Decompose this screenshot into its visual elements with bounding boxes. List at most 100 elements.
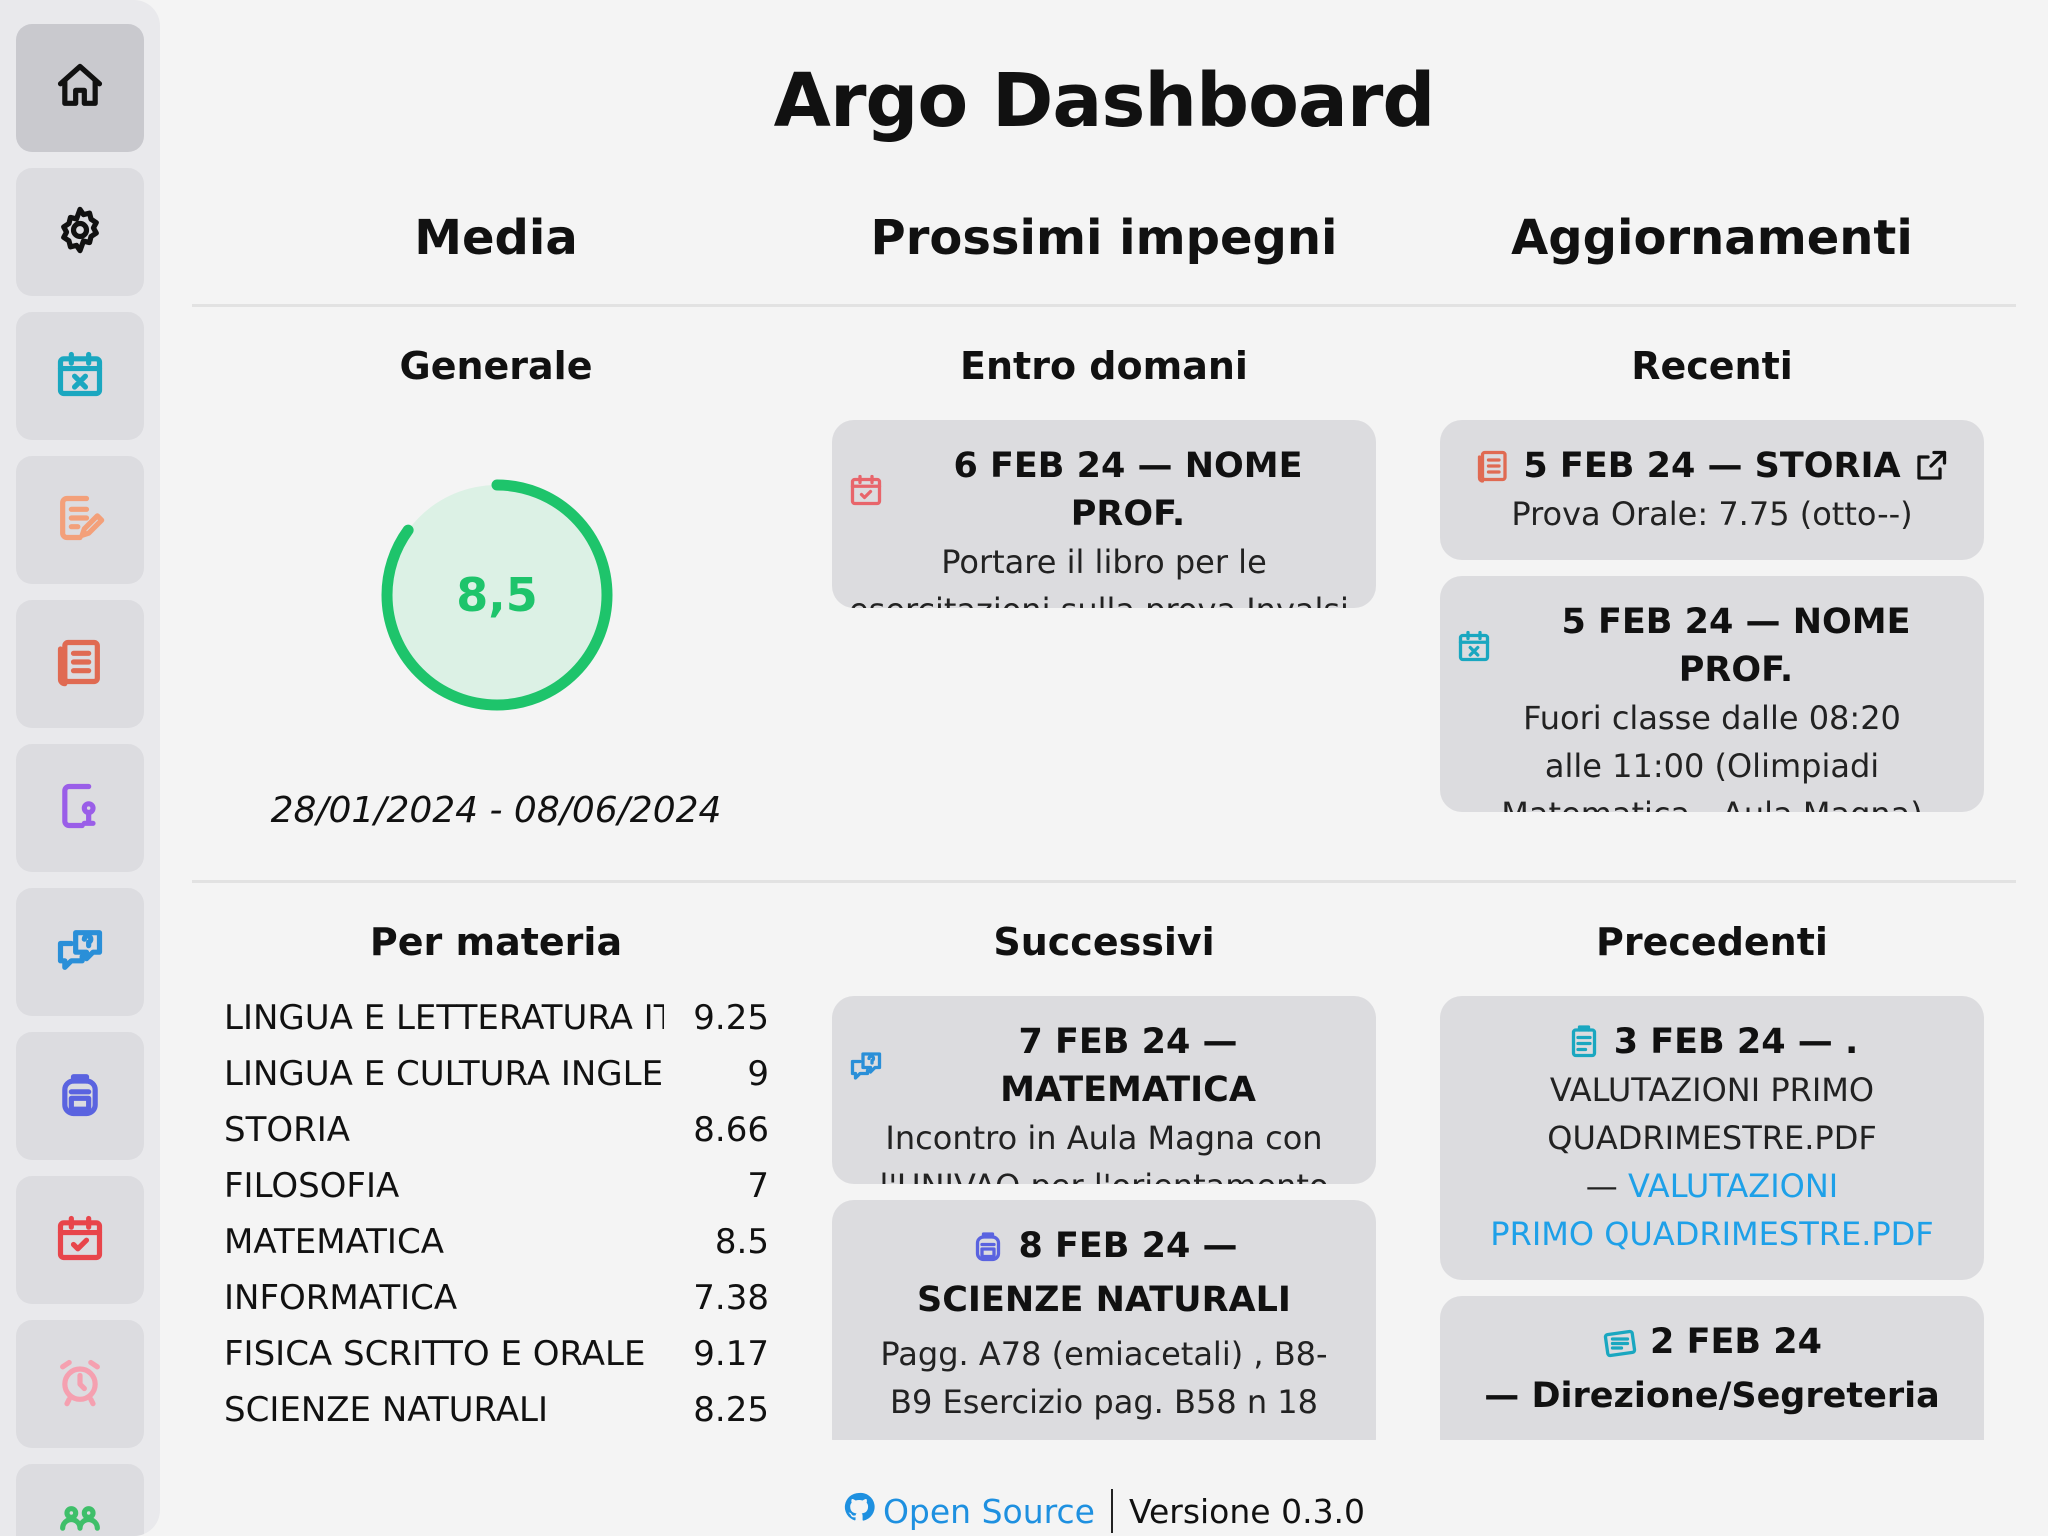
precedenti-scroll-area[interactable]: 3 FEB 24 — . VALUTAZIONI PRIMO QUADRIMES… (1440, 996, 1984, 1440)
aggiornamenti-column-title: Aggiornamenti (1511, 210, 1913, 266)
external-link-icon[interactable] (1913, 448, 1949, 484)
nav-documents-button[interactable] (16, 744, 144, 872)
subject-average: 8.5 (714, 1222, 769, 1262)
nav-homework-button[interactable] (16, 1032, 144, 1160)
grades-document-icon (54, 636, 106, 692)
subject-name: MATEMATICA (224, 1222, 444, 1262)
subject-average: 7 (747, 1166, 769, 1206)
event-heading: 7 FEB 24 — MATEMATICA (1000, 1022, 1256, 1110)
subject-average: 8.66 (693, 1110, 769, 1150)
event-text: esercitazioni sulla prova Invalsi. (848, 586, 1360, 608)
subject-row[interactable]: LINGUA E LETTERATURA ITALIANA 9.25 (224, 990, 769, 1046)
footer-separator (1110, 1489, 1113, 1533)
subject-name: LINGUA E LETTERATURA ITALIANA (224, 998, 664, 1038)
nav-reminders-button[interactable] (16, 1320, 144, 1448)
average-value: 8,5 (456, 568, 538, 622)
calendar-check-icon (848, 472, 884, 508)
nav-communications-button[interactable] (16, 888, 144, 1016)
clipboard-icon (1566, 1024, 1602, 1060)
event-subject: SCIENZE NATURALI (917, 1280, 1291, 1320)
subject-averages-list: LINGUA E LETTERATURA ITALIANA 9.25 LINGUA… (224, 990, 769, 1438)
people-icon (54, 1500, 106, 1536)
nav-notes-button[interactable] (16, 456, 144, 584)
event-heading: 6 FEB 24 — NOME PROF. (953, 446, 1303, 534)
calendar-check-icon (54, 1212, 106, 1268)
attachment-link[interactable]: VALUTAZIONI (1628, 1167, 1838, 1205)
nav-teachers-button[interactable] (16, 1464, 144, 1536)
chat-question-icon (848, 1048, 884, 1084)
gear-icon (54, 204, 106, 260)
section-divider (192, 880, 2016, 883)
update-text: QUADRIMESTRE.PDF (1547, 1119, 1877, 1157)
generale-title: Generale (399, 344, 593, 388)
per-materia-title: Per materia (369, 920, 623, 964)
page-title: Argo Dashboard (773, 58, 1436, 144)
media-column-title: Media (414, 210, 578, 266)
update-card[interactable]: 2 FEB 24 — Direzione/Segreteria (1440, 1296, 1984, 1440)
recenti-title: Recenti (1631, 344, 1793, 388)
nav-absences-button[interactable] (16, 312, 144, 440)
nav-home-button[interactable] (16, 24, 144, 152)
subject-row[interactable]: INFORMATICA 7.38 (224, 1270, 769, 1326)
version-label: Versione 0.3.0 (1128, 1491, 1366, 1531)
update-sender: — Direzione/Segreteria (1484, 1376, 1940, 1416)
update-card[interactable]: 3 FEB 24 — . VALUTAZIONI PRIMO QUADRIMES… (1440, 996, 1984, 1280)
subject-name: FILOSOFIA (224, 1166, 400, 1206)
subject-average: 8.25 (693, 1390, 769, 1430)
event-text: Pagg. A78 (emiacetali) , B8- (880, 1335, 1328, 1373)
subject-average: 7.38 (693, 1278, 769, 1318)
update-card[interactable]: 5 FEB 24 — STORIA Prova Orale: 7.75 (ott… (1440, 420, 1984, 560)
event-card[interactable]: 7 FEB 24 — MATEMATICA Incontro in Aula M… (832, 996, 1376, 1184)
update-heading: 5 FEB 24 — NOME PROF. (1561, 602, 1911, 690)
update-heading: 2 FEB 24 (1650, 1322, 1822, 1362)
subject-row[interactable]: MATEMATICA 8.5 (224, 1214, 769, 1270)
event-card[interactable]: 8 FEB 24 — SCIENZE NATURALI Pagg. A78 (e… (832, 1200, 1376, 1440)
subject-name: LINGUA E CULTURA INGLESE (224, 1054, 664, 1094)
open-source-link[interactable]: Open Source (843, 1491, 1095, 1531)
subject-name: STORIA (224, 1110, 351, 1150)
link-prefix: — (1585, 1167, 1618, 1205)
successivi-scroll-area[interactable]: 7 FEB 24 — MATEMATICA Incontro in Aula M… (832, 996, 1376, 1440)
nav-schedule-button[interactable] (16, 1176, 144, 1304)
event-text: Portare il libro per le (941, 543, 1267, 581)
home-icon (54, 60, 106, 116)
update-heading: 5 FEB 24 — STORIA (1523, 446, 1901, 486)
open-source-label: Open Source (882, 1491, 1095, 1531)
nav-settings-button[interactable] (16, 168, 144, 296)
sidebar (0, 0, 160, 1536)
update-heading: 3 FEB 24 — . (1613, 1022, 1859, 1062)
subject-name: SCIENZE NATURALI (224, 1390, 549, 1430)
subject-row[interactable]: STORIA 8.66 (224, 1102, 769, 1158)
footer: Open Source Versione 0.3.0 (160, 1486, 2048, 1536)
update-card[interactable]: 5 FEB 24 — NOME PROF. Fuori classe dalle… (1440, 576, 1984, 812)
impegni-column-title: Prossimi impegni (870, 210, 1338, 266)
update-text: Fuori classe dalle 08:20 (1523, 699, 1901, 737)
subject-row[interactable]: FISICA SCRITTO E ORALE 9.17 (224, 1326, 769, 1382)
subject-name: INFORMATICA (224, 1278, 458, 1318)
header-divider (192, 304, 2016, 307)
subject-row[interactable]: FILOSOFIA 7 (224, 1158, 769, 1214)
github-icon (843, 1491, 875, 1531)
document-person-icon (54, 780, 106, 836)
backpack-icon (54, 1068, 106, 1124)
subject-row[interactable]: LINGUA E CULTURA INGLESE 9 (224, 1046, 769, 1102)
event-text: B9 Esercizio pag. B58 n 18 (889, 1383, 1319, 1421)
subject-average: 9.25 (693, 998, 769, 1038)
precedenti-title: Precedenti (1596, 920, 1828, 964)
event-text: Incontro in Aula Magna con (885, 1119, 1323, 1157)
chat-question-icon (54, 924, 106, 980)
subject-row[interactable]: SCIENZE NATURALI 8.25 (224, 1382, 769, 1438)
attachment-link[interactable]: PRIMO QUADRIMESTRE.PDF (1456, 1210, 1968, 1258)
grades-document-icon (1475, 448, 1511, 484)
document-edit-icon (54, 492, 106, 548)
successivi-title: Successivi (993, 920, 1215, 964)
update-text: Matematica - Aula Magna) (1456, 790, 1968, 812)
nav-grades-button[interactable] (16, 600, 144, 728)
subject-name: FISICA SCRITTO E ORALE (224, 1334, 646, 1374)
subject-average: 9.17 (693, 1334, 769, 1374)
update-text: VALUTAZIONI PRIMO (1549, 1071, 1875, 1109)
update-text: alle 11:00 (Olimpiadi (1544, 747, 1880, 785)
event-card[interactable]: 6 FEB 24 — NOME PROF. Portare il libro p… (832, 420, 1376, 608)
period-range: 28/01/2024 - 08/06/2024 (270, 790, 722, 831)
alarm-clock-icon (54, 1356, 106, 1412)
